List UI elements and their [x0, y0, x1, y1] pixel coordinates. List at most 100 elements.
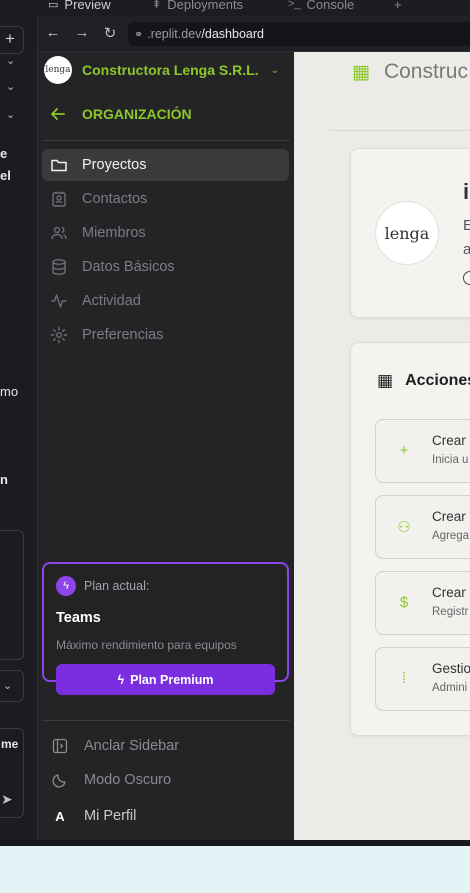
contact-icon	[52, 191, 66, 207]
organization-card: lenga i E a	[350, 148, 470, 318]
ide-dropdown[interactable]: ⌄	[0, 670, 24, 702]
deploy-icon: ⇞	[152, 0, 162, 11]
tab-deployments[interactable]: ⇞ Deployments	[152, 0, 243, 14]
company-switcher[interactable]: lenga Constructora Lenga S.R.L. ⌄	[44, 56, 279, 84]
ide-side-panel: + ⌄ ⌄ ⌄ e el mo n ⌄ me ➤	[0, 16, 38, 840]
sidebar-item-label: Miembros	[82, 225, 146, 241]
organization-line: a	[463, 241, 470, 258]
sidebar-item-label: Proyectos	[82, 157, 147, 173]
action-subtitle: Agrega	[432, 530, 470, 542]
tab-label: Console	[306, 0, 355, 12]
divider	[42, 720, 290, 721]
sidebar-item-label: Preferencias	[82, 327, 164, 343]
building-icon: ▦	[352, 61, 370, 83]
plan-card: ϟ Plan actual: Teams Máximo rendimiento …	[42, 562, 289, 695]
action-item[interactable]: ⁞ Gestio Admini	[375, 647, 470, 711]
gear-icon	[50, 326, 68, 344]
sidebar-item-preferencias[interactable]: Preferencias	[42, 319, 289, 351]
reload-icon[interactable]: ↻	[101, 24, 119, 42]
main-content: ▦ Construc lenga i E a ▦ Acciones + Crea…	[294, 52, 470, 840]
chevron-down-icon: ⌄	[270, 64, 279, 76]
users-icon: ⚇	[397, 519, 411, 536]
action-item[interactable]: + Crear Inicia u	[375, 419, 470, 483]
forward-arrow-icon[interactable]: →	[73, 24, 91, 41]
back-arrow-icon[interactable]: ←	[44, 24, 62, 41]
chevron-down-icon[interactable]: ⌄	[6, 54, 15, 67]
avatar: A	[55, 808, 65, 824]
ide-text-fragment: e	[0, 146, 8, 161]
logo-text: lenga	[384, 223, 430, 243]
sidebar-item-proyectos[interactable]: Proyectos	[42, 149, 289, 181]
ide-text-fragment: el	[0, 168, 11, 183]
action-item[interactable]: $ Crear Registr	[375, 571, 470, 635]
tab-console[interactable]: >_ Console	[288, 0, 354, 14]
action-title: Gestio	[432, 661, 470, 676]
ide-chat-box[interactable]: me ➤	[0, 728, 24, 818]
sidebar-item-actividad[interactable]: Actividad	[42, 285, 289, 317]
building-icon: ▦	[377, 371, 394, 390]
chevron-down-icon[interactable]: ⌄	[6, 108, 15, 121]
database-icon	[52, 259, 66, 275]
page-title: ▦ Construc	[352, 60, 468, 84]
bottom-item-label: Modo Oscuro	[84, 772, 172, 788]
organization-title: i	[463, 179, 470, 204]
ide-card	[0, 530, 24, 660]
actions-card: ▦ Acciones + Crear Inicia u ⚇ Crear Agre…	[350, 342, 470, 736]
plus-icon: +	[399, 442, 409, 459]
users-icon	[51, 226, 67, 240]
sidebar-item-datos-basicos[interactable]: Datos Básicos	[42, 251, 289, 283]
plus-icon: +	[394, 0, 402, 12]
section-title: ORGANIZACIÓN	[82, 106, 192, 122]
tab-preview[interactable]: ▭ Preview	[48, 0, 111, 14]
link-icon: ⚭	[134, 28, 144, 41]
action-subtitle: Admini	[432, 682, 468, 694]
new-tab-button[interactable]: +	[394, 0, 402, 14]
organization-logo: lenga	[375, 201, 439, 265]
ide-add-button[interactable]: +	[0, 26, 24, 54]
profile-button[interactable]: A Mi Perfil	[52, 808, 136, 824]
dollar-icon: $	[399, 594, 409, 611]
window-edge	[0, 840, 470, 846]
action-item[interactable]: ⚇ Crear Agrega	[375, 495, 470, 559]
plan-label: Plan actual:	[84, 579, 150, 593]
arrow-left-icon	[51, 108, 65, 120]
pin-sidebar-button[interactable]: Anclar Sidebar	[52, 738, 179, 754]
action-title: Crear	[432, 585, 466, 600]
pin-sidebar-icon	[52, 738, 68, 754]
kanban-icon: ⁞	[401, 670, 407, 687]
divider	[330, 130, 470, 131]
sidebar-item-label: Actividad	[82, 293, 141, 309]
plus-icon: +	[5, 29, 15, 48]
send-icon[interactable]: ➤	[1, 791, 13, 808]
organization-back-link[interactable]: ORGANIZACIÓN	[50, 106, 192, 122]
desktop-background	[0, 840, 470, 893]
page-title-text: Construc	[383, 60, 468, 83]
url-host: .replit.dev	[147, 27, 202, 41]
tab-label: Deployments	[167, 0, 244, 12]
ide-text-fragment: me	[1, 737, 19, 751]
bottom-item-label: Anclar Sidebar	[84, 738, 180, 754]
browser-tab-strip: ▭ Preview ⇞ Deployments >_ Console +	[0, 0, 470, 16]
plan-premium-button[interactable]: ϟ Plan Premium	[56, 664, 275, 695]
action-subtitle: Registr	[432, 606, 469, 618]
app-sidebar: lenga Constructora Lenga S.R.L. ⌄ ORGANI…	[38, 52, 294, 840]
ide-text-fragment: n	[0, 472, 8, 487]
action-subtitle: Inicia u	[432, 454, 469, 466]
sidebar-item-miembros[interactable]: Miembros	[42, 217, 289, 249]
preview-icon: ▭	[48, 0, 59, 11]
browser-url-bar: ← → ↻ ⚭ .replit.dev/dashboard	[38, 16, 470, 52]
chevron-down-icon[interactable]: ⌄	[6, 80, 15, 93]
actions-title-text: Acciones	[405, 372, 470, 389]
ide-text-fragment: mo	[0, 384, 19, 399]
sidebar-item-label: Contactos	[82, 191, 148, 207]
url-input[interactable]: ⚭ .replit.dev/dashboard	[128, 22, 470, 46]
sidebar-item-label: Datos Básicos	[82, 259, 175, 275]
dark-mode-toggle[interactable]: Modo Oscuro	[52, 772, 171, 788]
sidebar-item-contactos[interactable]: Contactos	[42, 183, 289, 215]
activity-icon	[51, 294, 67, 308]
plan-name: Teams	[56, 610, 101, 626]
clock-icon	[463, 271, 470, 285]
action-title: Crear	[432, 509, 466, 524]
organization-line: E	[463, 217, 470, 234]
company-name: Constructora Lenga S.R.L.	[82, 62, 259, 78]
